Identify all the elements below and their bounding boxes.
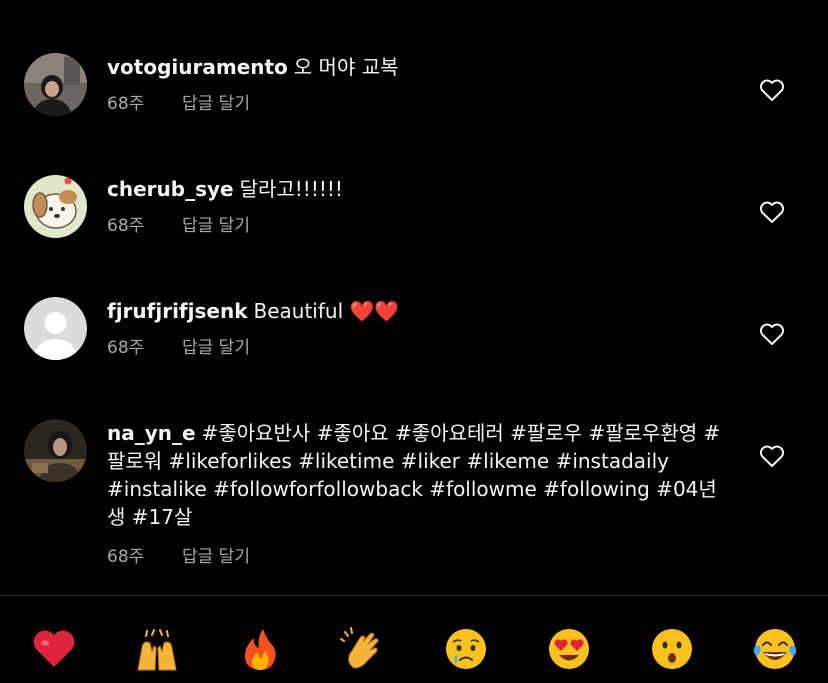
fire-emoji-icon[interactable] (237, 626, 283, 672)
comment-username[interactable]: fjrufjrifjsenk (107, 299, 248, 323)
red-heart-emoji-icon[interactable] (31, 626, 77, 672)
avatar[interactable] (24, 175, 87, 238)
reply-button[interactable]: 답글 달기 (182, 545, 250, 569)
avatar[interactable] (24, 53, 87, 116)
comment-message: 달라고!!!!!! (239, 177, 343, 201)
quick-reaction-bar (0, 596, 828, 683)
crying-face-emoji-icon[interactable] (443, 626, 489, 672)
avatar[interactable] (24, 419, 87, 482)
comment-body: na_yn_e #좋아요반사 #좋아요 #좋아요테러 #팔로우 #팔로우환영 #팔… (107, 419, 727, 569)
comment-username[interactable]: votogiuramento (107, 55, 288, 79)
like-heart-icon[interactable] (759, 200, 785, 224)
avatar[interactable] (24, 297, 87, 360)
comment-text: votogiuramento 오 머야 교복 (107, 53, 727, 81)
comment-body: cherub_sye 달라고!!!!!! 68주 답글 달기 (107, 175, 727, 238)
comment-age: 68주 (107, 216, 145, 236)
comment-body: votogiuramento 오 머야 교복 68주 답글 달기 (107, 53, 727, 116)
clapping-hands-emoji-icon[interactable] (340, 626, 386, 672)
comment-age: 68주 (107, 547, 145, 567)
cartoon-dog-icon (24, 175, 87, 238)
like-heart-icon[interactable] (759, 78, 785, 102)
tears-of-joy-face-emoji-icon[interactable] (752, 626, 798, 672)
comment-username[interactable]: cherub_sye (107, 177, 234, 201)
comment-meta: 68주 답글 달기 (107, 336, 727, 360)
comment-age: 68주 (107, 338, 145, 358)
comment-message: Beautiful ❤️❤️ (253, 299, 400, 323)
comment-body: fjrufjrifjsenk Beautiful ❤️❤️ 68주 답글 달기 (107, 297, 727, 360)
photo-avatar-icon (24, 419, 87, 482)
reply-button[interactable]: 답글 달기 (182, 92, 250, 116)
comment-meta: 68주 답글 달기 (107, 545, 727, 569)
heart-eyes-face-emoji-icon[interactable] (546, 626, 592, 672)
comment-text: fjrufjrifjsenk Beautiful ❤️❤️ (107, 297, 727, 325)
comment-age: 68주 (107, 94, 145, 114)
like-heart-icon[interactable] (759, 322, 785, 346)
comment-meta: 68주 답글 달기 (107, 214, 727, 238)
reply-button[interactable]: 답글 달기 (182, 214, 250, 238)
surprised-face-emoji-icon[interactable] (649, 626, 695, 672)
comment-message: 오 머야 교복 (293, 55, 399, 79)
comment-text: na_yn_e #좋아요반사 #좋아요 #좋아요테러 #팔로우 #팔로우환영 #팔… (107, 419, 727, 531)
raising-hands-emoji-icon[interactable] (134, 626, 180, 672)
default-user-icon (24, 297, 87, 360)
comments-list: votogiuramento 오 머야 교복 68주 답글 달기 cherub_s (0, 0, 828, 595)
comment-message: #좋아요반사 #좋아요 #좋아요테러 #팔로우 #팔로우환영 #팔로워 #lik… (107, 421, 721, 529)
like-heart-icon[interactable] (759, 444, 785, 468)
comment-text: cherub_sye 달라고!!!!!! (107, 175, 727, 203)
photo-avatar-icon (24, 53, 87, 116)
comment-username[interactable]: na_yn_e (107, 421, 196, 445)
comment-meta: 68주 답글 달기 (107, 92, 727, 116)
reply-button[interactable]: 답글 달기 (182, 336, 250, 360)
